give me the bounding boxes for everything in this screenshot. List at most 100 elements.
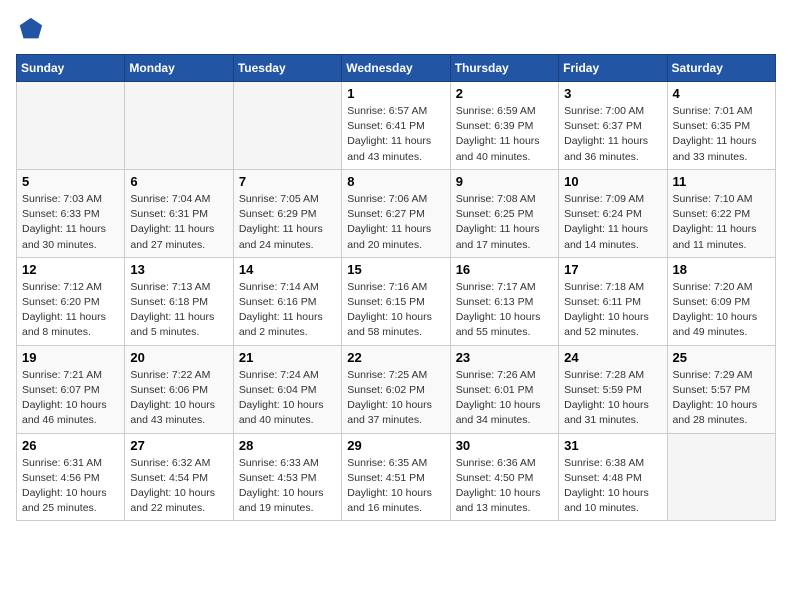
day-number: 28 <box>239 438 336 453</box>
day-number: 21 <box>239 350 336 365</box>
day-info: Sunrise: 7:05 AMSunset: 6:29 PMDaylight:… <box>239 192 336 253</box>
calendar-cell: 20 Sunrise: 7:22 AMSunset: 6:06 PMDayligh… <box>125 345 233 433</box>
calendar-cell: 28 Sunrise: 6:33 AMSunset: 4:53 PMDayligh… <box>233 433 341 521</box>
calendar-cell: 16 Sunrise: 7:17 AMSunset: 6:13 PMDayligh… <box>450 257 558 345</box>
page-header <box>16 16 776 44</box>
day-info: Sunrise: 6:57 AMSunset: 6:41 PMDaylight:… <box>347 104 444 165</box>
day-info: Sunrise: 7:16 AMSunset: 6:15 PMDaylight:… <box>347 280 444 341</box>
calendar-week-3: 12 Sunrise: 7:12 AMSunset: 6:20 PMDayligh… <box>17 257 776 345</box>
day-number: 16 <box>456 262 553 277</box>
calendar-week-4: 19 Sunrise: 7:21 AMSunset: 6:07 PMDayligh… <box>17 345 776 433</box>
day-info: Sunrise: 7:09 AMSunset: 6:24 PMDaylight:… <box>564 192 661 253</box>
calendar-cell: 22 Sunrise: 7:25 AMSunset: 6:02 PMDayligh… <box>342 345 450 433</box>
day-number: 6 <box>130 174 227 189</box>
day-number: 10 <box>564 174 661 189</box>
calendar-cell: 13Sunrise: 7:13 AMSunset: 6:18 PMDayligh… <box>125 257 233 345</box>
day-info: Sunrise: 7:00 AMSunset: 6:37 PMDaylight:… <box>564 104 661 165</box>
calendar-cell: 5 Sunrise: 7:03 AMSunset: 6:33 PMDaylight… <box>17 169 125 257</box>
day-info: Sunrise: 6:36 AMSunset: 4:50 PMDaylight:… <box>456 456 553 517</box>
day-info: Sunrise: 7:10 AMSunset: 6:22 PMDaylight:… <box>673 192 770 253</box>
day-info: Sunrise: 7:08 AMSunset: 6:25 PMDaylight:… <box>456 192 553 253</box>
day-info: Sunrise: 7:24 AMSunset: 6:04 PMDaylight:… <box>239 368 336 429</box>
calendar-cell: 4 Sunrise: 7:01 AMSunset: 6:35 PMDaylight… <box>667 82 775 170</box>
day-number: 5 <box>22 174 119 189</box>
calendar-cell: 6 Sunrise: 7:04 AMSunset: 6:31 PMDaylight… <box>125 169 233 257</box>
day-number: 13 <box>130 262 227 277</box>
day-number: 26 <box>22 438 119 453</box>
day-info: Sunrise: 7:18 AMSunset: 6:11 PMDaylight:… <box>564 280 661 341</box>
day-number: 24 <box>564 350 661 365</box>
weekday-header-sunday: Sunday <box>17 55 125 82</box>
calendar-week-1: 1 Sunrise: 6:57 AMSunset: 6:41 PMDaylight… <box>17 82 776 170</box>
day-info: Sunrise: 7:12 AMSunset: 6:20 PMDaylight:… <box>22 280 119 341</box>
day-info: Sunrise: 7:04 AMSunset: 6:31 PMDaylight:… <box>130 192 227 253</box>
day-info: Sunrise: 7:17 AMSunset: 6:13 PMDaylight:… <box>456 280 553 341</box>
calendar-week-5: 26 Sunrise: 6:31 AMSunset: 4:56 PMDayligh… <box>17 433 776 521</box>
day-info: Sunrise: 6:31 AMSunset: 4:56 PMDaylight:… <box>22 456 119 517</box>
day-info: Sunrise: 7:22 AMSunset: 6:06 PMDaylight:… <box>130 368 227 429</box>
weekday-header-saturday: Saturday <box>667 55 775 82</box>
calendar-cell: 19 Sunrise: 7:21 AMSunset: 6:07 PMDayligh… <box>17 345 125 433</box>
calendar-cell: 18Sunrise: 7:20 AMSunset: 6:09 PMDayligh… <box>667 257 775 345</box>
day-number: 30 <box>456 438 553 453</box>
day-number: 19 <box>22 350 119 365</box>
day-info: Sunrise: 7:29 AMSunset: 5:57 PMDaylight:… <box>673 368 770 429</box>
calendar-cell: 24 Sunrise: 7:28 AMSunset: 5:59 PMDayligh… <box>559 345 667 433</box>
day-info: Sunrise: 7:03 AMSunset: 6:33 PMDaylight:… <box>22 192 119 253</box>
day-info: Sunrise: 7:06 AMSunset: 6:27 PMDaylight:… <box>347 192 444 253</box>
day-number: 4 <box>673 86 770 101</box>
day-number: 14 <box>239 262 336 277</box>
calendar-cell: 14Sunrise: 7:14 AMSunset: 6:16 PMDayligh… <box>233 257 341 345</box>
day-number: 25 <box>673 350 770 365</box>
calendar-cell: 15Sunrise: 7:16 AMSunset: 6:15 PMDayligh… <box>342 257 450 345</box>
day-number: 31 <box>564 438 661 453</box>
calendar-cell: 23 Sunrise: 7:26 AMSunset: 6:01 PMDayligh… <box>450 345 558 433</box>
calendar-cell: 26 Sunrise: 6:31 AMSunset: 4:56 PMDayligh… <box>17 433 125 521</box>
calendar-cell: 31 Sunrise: 6:38 AMSunset: 4:48 PMDayligh… <box>559 433 667 521</box>
logo <box>16 16 48 44</box>
day-info: Sunrise: 7:26 AMSunset: 6:01 PMDaylight:… <box>456 368 553 429</box>
day-number: 7 <box>239 174 336 189</box>
calendar-table: SundayMondayTuesdayWednesdayThursdayFrid… <box>16 54 776 521</box>
calendar-cell <box>125 82 233 170</box>
calendar-cell: 29Sunrise: 6:35 AMSunset: 4:51 PMDayligh… <box>342 433 450 521</box>
day-info: Sunrise: 6:59 AMSunset: 6:39 PMDaylight:… <box>456 104 553 165</box>
day-number: 22 <box>347 350 444 365</box>
day-number: 8 <box>347 174 444 189</box>
calendar-cell <box>667 433 775 521</box>
calendar-cell: 7 Sunrise: 7:05 AMSunset: 6:29 PMDaylight… <box>233 169 341 257</box>
calendar-cell: 21 Sunrise: 7:24 AMSunset: 6:04 PMDayligh… <box>233 345 341 433</box>
day-number: 20 <box>130 350 227 365</box>
day-info: Sunrise: 7:28 AMSunset: 5:59 PMDaylight:… <box>564 368 661 429</box>
weekday-header-wednesday: Wednesday <box>342 55 450 82</box>
calendar-cell: 27Sunrise: 6:32 AMSunset: 4:54 PMDayligh… <box>125 433 233 521</box>
day-info: Sunrise: 7:25 AMSunset: 6:02 PMDaylight:… <box>347 368 444 429</box>
day-info: Sunrise: 7:21 AMSunset: 6:07 PMDaylight:… <box>22 368 119 429</box>
calendar-cell: 3 Sunrise: 7:00 AMSunset: 6:37 PMDaylight… <box>559 82 667 170</box>
calendar-cell: 17 Sunrise: 7:18 AMSunset: 6:11 PMDayligh… <box>559 257 667 345</box>
day-number: 23 <box>456 350 553 365</box>
day-info: Sunrise: 7:01 AMSunset: 6:35 PMDaylight:… <box>673 104 770 165</box>
weekday-header-monday: Monday <box>125 55 233 82</box>
calendar-cell: 2 Sunrise: 6:59 AMSunset: 6:39 PMDaylight… <box>450 82 558 170</box>
day-number: 1 <box>347 86 444 101</box>
calendar-cell: 10 Sunrise: 7:09 AMSunset: 6:24 PMDayligh… <box>559 169 667 257</box>
day-info: Sunrise: 6:38 AMSunset: 4:48 PMDaylight:… <box>564 456 661 517</box>
day-number: 3 <box>564 86 661 101</box>
weekday-header-tuesday: Tuesday <box>233 55 341 82</box>
day-number: 12 <box>22 262 119 277</box>
weekday-header-friday: Friday <box>559 55 667 82</box>
calendar-cell <box>17 82 125 170</box>
day-info: Sunrise: 6:33 AMSunset: 4:53 PMDaylight:… <box>239 456 336 517</box>
day-number: 2 <box>456 86 553 101</box>
weekday-header-thursday: Thursday <box>450 55 558 82</box>
logo-icon <box>16 16 44 44</box>
calendar-cell: 25 Sunrise: 7:29 AMSunset: 5:57 PMDayligh… <box>667 345 775 433</box>
day-number: 17 <box>564 262 661 277</box>
calendar-cell: 11Sunrise: 7:10 AMSunset: 6:22 PMDayligh… <box>667 169 775 257</box>
day-number: 18 <box>673 262 770 277</box>
day-number: 9 <box>456 174 553 189</box>
calendar-cell: 12 Sunrise: 7:12 AMSunset: 6:20 PMDayligh… <box>17 257 125 345</box>
day-info: Sunrise: 6:32 AMSunset: 4:54 PMDaylight:… <box>130 456 227 517</box>
day-number: 29 <box>347 438 444 453</box>
